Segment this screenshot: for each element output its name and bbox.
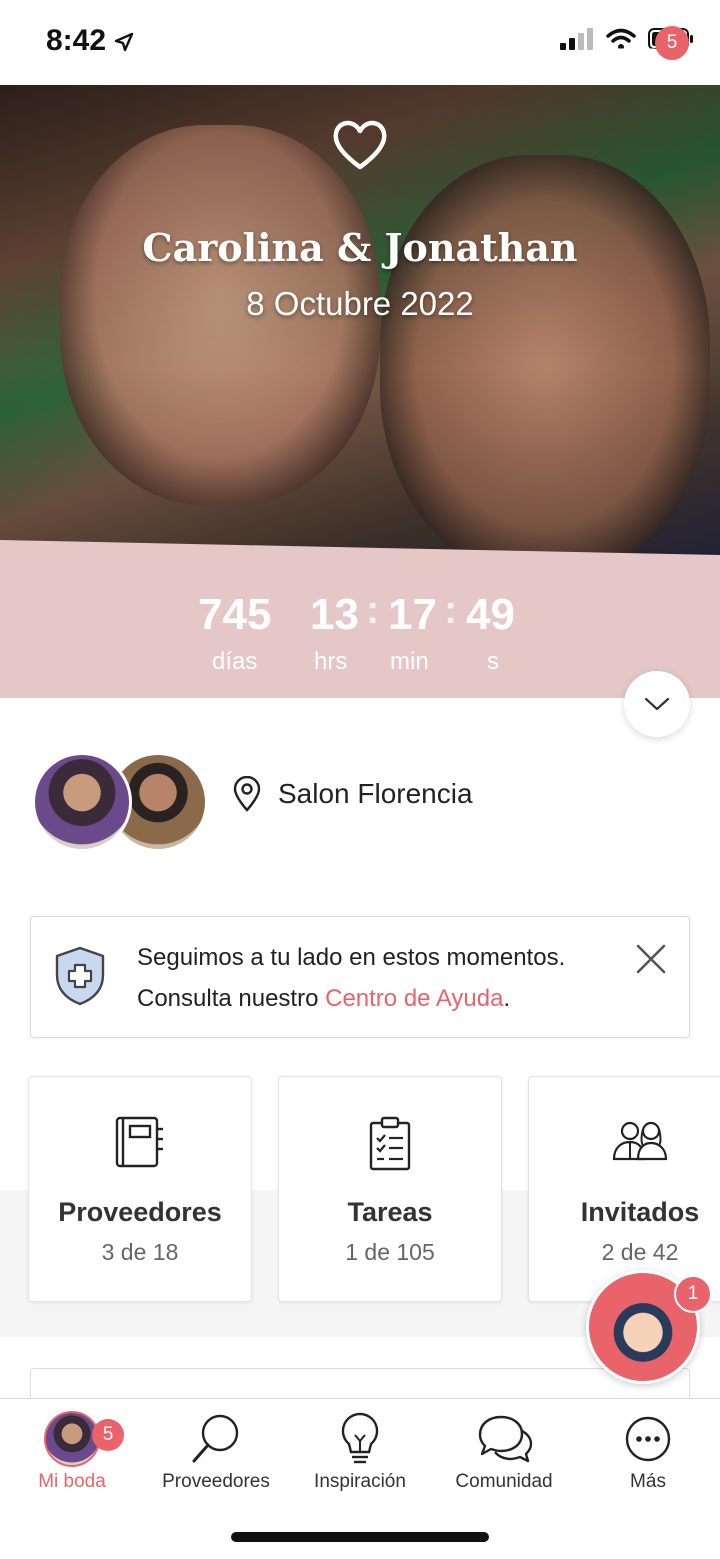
location-arrow-icon — [115, 32, 134, 52]
countdown: 745 días 13 hrs : 17 min : 49 s — [0, 540, 720, 698]
tab-label: Mi boda — [38, 1471, 106, 1492]
venue-link[interactable]: Salon Florencia — [232, 776, 473, 812]
countdown-seconds-label: s — [487, 648, 499, 675]
tab-label: Comunidad — [455, 1471, 553, 1492]
wedding-date: 8 Octubre 2022 — [246, 285, 474, 322]
countdown-separator: : — [366, 588, 380, 632]
location-pin-icon — [233, 776, 261, 812]
tab-inspiracion[interactable]: Inspiración — [288, 1409, 432, 1493]
expand-button[interactable] — [624, 671, 690, 737]
wifi-icon — [606, 28, 636, 50]
tab-mi-boda[interactable]: Mi boda 5 — [0, 1409, 144, 1493]
tab-label: Proveedores — [162, 1471, 270, 1492]
magnifier-icon — [192, 1414, 239, 1463]
countdown-separator: : — [444, 588, 458, 632]
bride-avatar[interactable] — [32, 752, 132, 852]
vendors-book-icon — [115, 1116, 163, 1168]
countdown-seconds: 49 — [466, 590, 515, 639]
tab-mas[interactable]: Más — [576, 1409, 720, 1493]
card-proveedores[interactable]: Proveedores 3 de 18 — [28, 1076, 252, 1302]
countdown-hours: 13 — [310, 590, 359, 639]
lightbulb-icon — [341, 1412, 379, 1464]
tab-badge: 5 — [92, 1419, 124, 1451]
card-title: Proveedores — [58, 1197, 222, 1227]
close-icon[interactable] — [633, 941, 669, 977]
chat-bubbles-icon — [478, 1415, 533, 1463]
notice-line2-end: . — [503, 985, 511, 1012]
home-indicator — [231, 1532, 489, 1542]
guests-icon — [612, 1121, 668, 1161]
status-bar: 8:42 — [0, 0, 720, 85]
couple-photo-header: Carolina & Jonathan 8 Octubre 2022 — [0, 85, 720, 555]
status-time: 8:42 — [46, 24, 134, 58]
countdown-days: 745 — [198, 590, 272, 639]
tab-proveedores[interactable]: Proveedores — [144, 1409, 288, 1493]
couple-names: Carolina & Jonathan — [142, 225, 578, 270]
chevron-down-icon — [644, 697, 670, 711]
notice-line2: Consulta nuestro — [137, 985, 326, 1012]
card-title: Tareas — [347, 1197, 433, 1227]
notice-line1: Seguimos a tu lado en estos momentos. — [137, 944, 566, 971]
help-center-link[interactable]: Centro de Ayuda — [325, 985, 503, 1012]
countdown-hours-label: hrs — [314, 648, 348, 675]
card-count: 2 de 42 — [601, 1239, 679, 1265]
tab-label: Más — [630, 1471, 666, 1492]
card-tareas[interactable]: Tareas 1 de 105 — [278, 1076, 502, 1302]
checklist-icon — [369, 1116, 411, 1171]
mail-icon[interactable] — [614, 48, 658, 80]
card-count: 1 de 105 — [345, 1239, 435, 1265]
more-dots-icon — [625, 1416, 671, 1462]
countdown-minutes-label: min — [390, 648, 429, 675]
card-title: Invitados — [580, 1197, 700, 1227]
countdown-days-label: días — [212, 648, 258, 675]
countdown-minutes: 17 — [388, 590, 437, 639]
heart-logo-icon — [333, 120, 387, 170]
shield-plus-icon — [55, 946, 105, 1006]
card-invitados[interactable]: Invitados 2 de 42 — [528, 1076, 720, 1302]
messages-badge: 5 — [655, 26, 689, 60]
tab-comunidad[interactable]: Comunidad — [432, 1409, 576, 1493]
help-notice: Seguimos a tu lado en estos momentos. Co… — [30, 916, 690, 1038]
tab-label: Inspiración — [314, 1471, 406, 1492]
card-count: 3 de 18 — [101, 1239, 179, 1265]
venue-name: Salon Florencia — [278, 778, 473, 809]
signal-icon — [560, 28, 593, 50]
assistant-badge: 1 — [674, 1275, 712, 1313]
